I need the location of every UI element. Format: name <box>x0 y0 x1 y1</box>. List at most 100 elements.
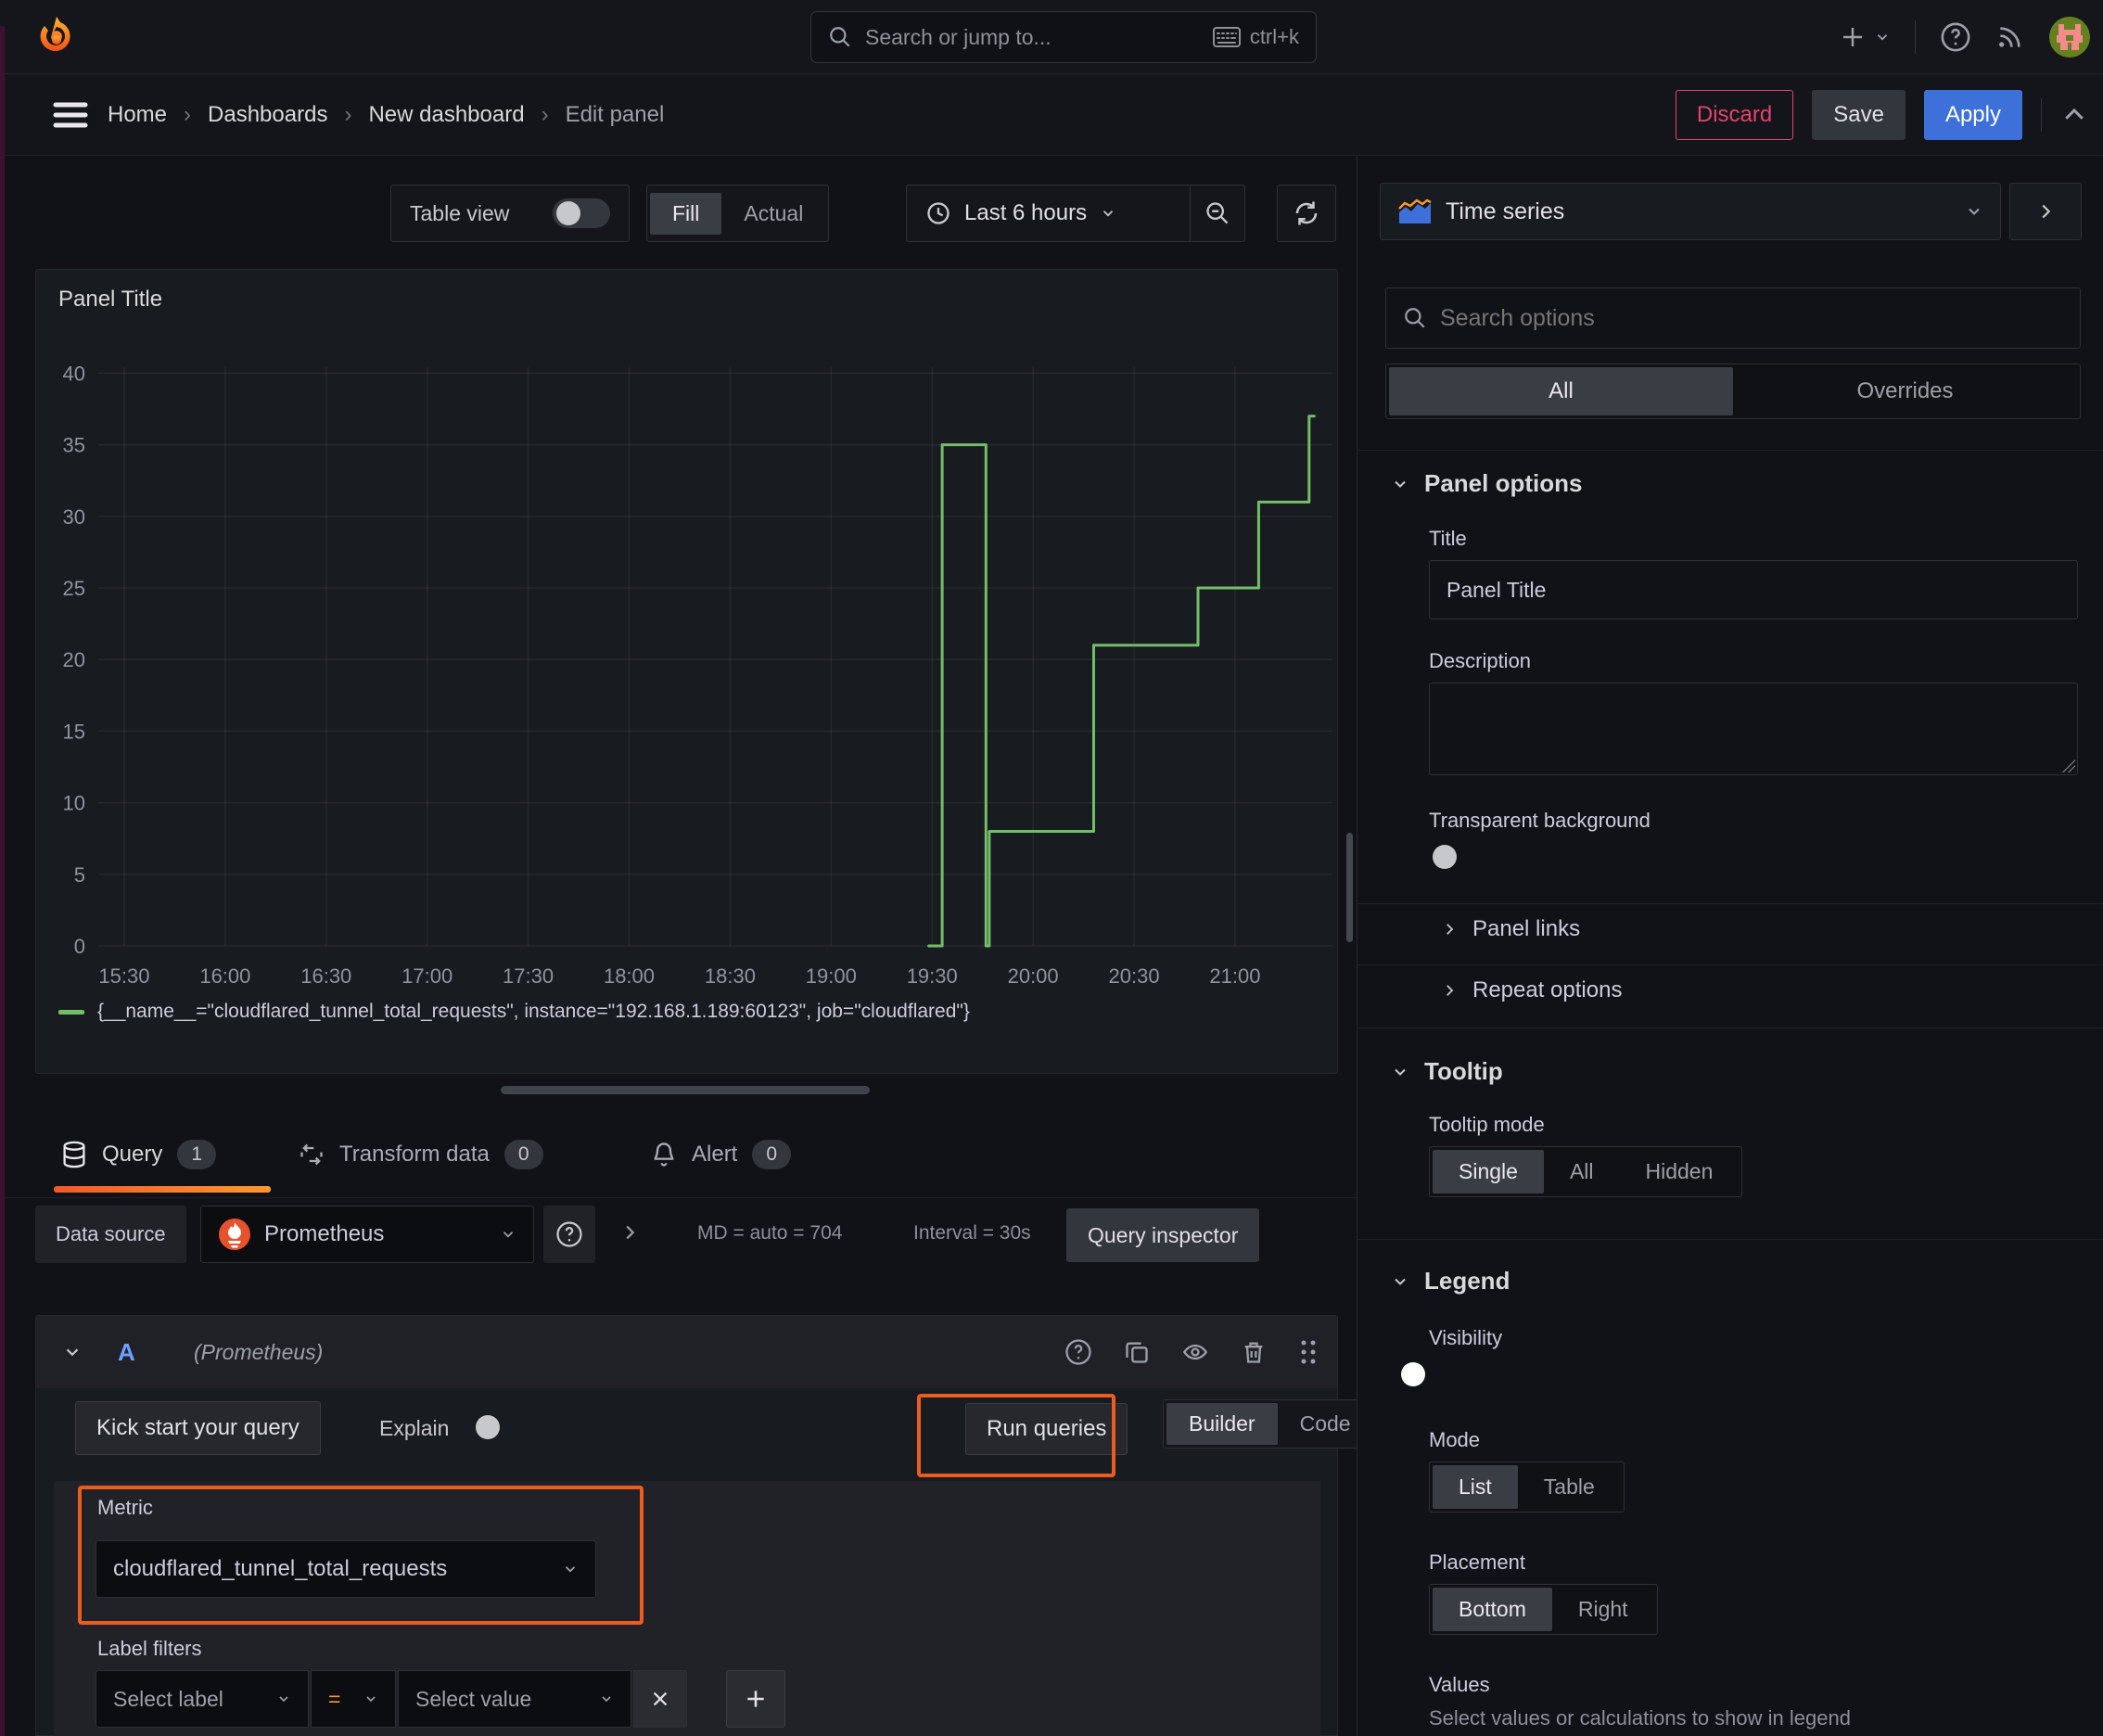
resize-grip-icon[interactable] <box>2062 760 2075 772</box>
refresh-button[interactable] <box>1277 185 1336 242</box>
hide-query-icon[interactable] <box>1181 1339 1209 1365</box>
tooltip-all-option[interactable]: All <box>1544 1150 1620 1194</box>
scrollbar-thumb[interactable] <box>1346 833 1353 942</box>
timeseries-viz-icon <box>1397 198 1433 225</box>
legend-swatch[interactable] <box>58 1009 84 1015</box>
legend-section[interactable]: Legend <box>1391 1267 1510 1296</box>
global-search-input[interactable] <box>865 24 1200 50</box>
tab-query-label: Query <box>102 1142 163 1167</box>
legend-values-label: Values <box>1429 1673 1490 1696</box>
kick-start-button[interactable]: Kick start your query <box>75 1401 321 1455</box>
top-bar: ctrl+k <box>0 0 2103 74</box>
tab-all[interactable]: All <box>1389 367 1733 415</box>
query-builder-body: Metric cloudflared_tunnel_total_requests… <box>54 1481 1320 1736</box>
legend-series-label[interactable]: {__name__="cloudflared_tunnel_total_requ… <box>97 1001 970 1023</box>
grafana-logo[interactable] <box>35 15 78 59</box>
legend-placement-group: Bottom Right <box>1429 1584 1658 1635</box>
query-help-icon[interactable] <box>1064 1338 1092 1366</box>
breadcrumb-home[interactable]: Home <box>108 102 167 128</box>
table-view-toggle[interactable] <box>553 198 610 228</box>
expand-row-icon[interactable] <box>619 1220 640 1245</box>
datasource-help-button[interactable] <box>543 1206 595 1263</box>
panel-options-title: Panel options <box>1424 469 1583 497</box>
time-range-picker[interactable]: Last 6 hours <box>907 200 1190 226</box>
delete-query-icon[interactable] <box>1241 1339 1267 1365</box>
select-value-dropdown[interactable]: Select value <box>398 1670 631 1728</box>
builder-option[interactable]: Builder <box>1166 1403 1278 1445</box>
datasource-picker[interactable]: Prometheus <box>200 1206 534 1263</box>
collapse-header-icon[interactable] <box>2060 101 2088 129</box>
chevron-down-icon <box>276 1691 291 1706</box>
tab-alert[interactable]: Alert 0 <box>651 1117 792 1192</box>
options-search[interactable] <box>1385 287 2081 349</box>
query-row-header[interactable]: A (Prometheus) <box>36 1316 1337 1388</box>
legend-mode-group: List Table <box>1429 1462 1625 1513</box>
timeseries-chart[interactable]: 0 5 10 15 20 25 30 35 40 15:30 16:00 16:30 17:00 17:3… <box>36 321 1339 1044</box>
help-icon[interactable] <box>1940 21 1971 53</box>
news-icon[interactable] <box>1995 22 2025 52</box>
editor-tabs: Query 1 Transform data 0 Alert 0 <box>0 1117 1357 1198</box>
label-filters-label: Label filters <box>97 1637 202 1660</box>
remove-filter-button[interactable] <box>633 1670 687 1728</box>
tab-query[interactable]: Query 1 <box>61 1117 217 1192</box>
table-view-control: Table view <box>390 185 630 242</box>
svg-text:40: 40 <box>63 362 85 385</box>
apply-button[interactable]: Apply <box>1923 90 2022 140</box>
legend-right-option[interactable]: Right <box>1552 1588 1654 1631</box>
keyboard-icon <box>1212 27 1241 47</box>
panel-links-section[interactable]: Panel links <box>1441 916 1580 942</box>
collapse-query-icon[interactable] <box>62 1342 83 1362</box>
breadcrumb-new-dashboard[interactable]: New dashboard <box>368 102 524 128</box>
time-range-control: Last 6 hours <box>906 185 1245 242</box>
options-search-input[interactable] <box>1440 304 2063 332</box>
tooltip-hidden-option[interactable]: Hidden <box>1620 1150 1740 1194</box>
actual-option[interactable]: Actual <box>721 193 825 235</box>
legend-table-option[interactable]: Table <box>1518 1465 1621 1509</box>
metric-select[interactable]: cloudflared_tunnel_total_requests <box>96 1540 596 1598</box>
add-filter-button[interactable] <box>726 1670 785 1728</box>
operator-dropdown[interactable]: = <box>311 1670 396 1728</box>
discard-button[interactable]: Discard <box>1675 90 1794 140</box>
drag-handle-icon[interactable] <box>1298 1338 1319 1366</box>
panel-title[interactable]: Panel Title <box>58 287 162 313</box>
legend-values-desc: Select values or calculations to show in… <box>1429 1706 1851 1730</box>
svg-text:10: 10 <box>63 792 85 815</box>
tooltip-single-option[interactable]: Single <box>1433 1150 1544 1194</box>
query-refid[interactable]: A <box>118 1338 135 1367</box>
fill-option[interactable]: Fill <box>650 192 722 235</box>
legend-title: Legend <box>1424 1267 1510 1295</box>
tab-overrides[interactable]: Overrides <box>1733 367 2077 415</box>
duplicate-query-icon[interactable] <box>1124 1339 1150 1365</box>
nav-actions: Discard Save Apply <box>1675 74 2088 156</box>
query-inspector-button[interactable]: Query inspector <box>1066 1208 1260 1262</box>
svg-text:20:00: 20:00 <box>1008 964 1059 988</box>
repeat-options-title: Repeat options <box>1472 977 1623 1002</box>
repeat-options-section[interactable]: Repeat options <box>1441 977 1622 1003</box>
svg-text:20:30: 20:30 <box>1109 964 1160 988</box>
svg-text:19:00: 19:00 <box>806 964 857 988</box>
zoom-out-icon[interactable] <box>1191 185 1244 241</box>
breadcrumb-dashboards[interactable]: Dashboards <box>208 102 327 128</box>
add-icon[interactable] <box>1839 23 1891 51</box>
tab-query-count: 1 <box>177 1140 217 1169</box>
global-search[interactable]: ctrl+k <box>810 11 1317 63</box>
panel-title-input[interactable] <box>1429 560 2078 619</box>
description-label: Description <box>1429 649 1532 672</box>
panel-resize-handle[interactable] <box>501 1086 870 1094</box>
select-label-placeholder: Select label <box>113 1686 223 1711</box>
tooltip-section[interactable]: Tooltip <box>1391 1057 1503 1086</box>
legend-list-option[interactable]: List <box>1433 1465 1518 1509</box>
description-textarea[interactable] <box>1429 683 2078 775</box>
refresh-icon <box>1293 199 1320 227</box>
save-button[interactable]: Save <box>1812 90 1905 140</box>
collapse-options-button[interactable] <box>2009 183 2082 240</box>
legend-bottom-option[interactable]: Bottom <box>1433 1588 1552 1631</box>
visualization-picker[interactable]: Time series <box>1380 183 2001 240</box>
panel-options-section[interactable]: Panel options <box>1391 469 1582 498</box>
active-tab-underline <box>54 1186 271 1193</box>
run-queries-button[interactable]: Run queries <box>965 1403 1128 1455</box>
user-avatar[interactable] <box>2049 17 2090 57</box>
tab-transform[interactable]: Transform data 0 <box>299 1117 543 1192</box>
select-label-dropdown[interactable]: Select label <box>96 1670 309 1728</box>
menu-icon[interactable] <box>52 98 89 132</box>
